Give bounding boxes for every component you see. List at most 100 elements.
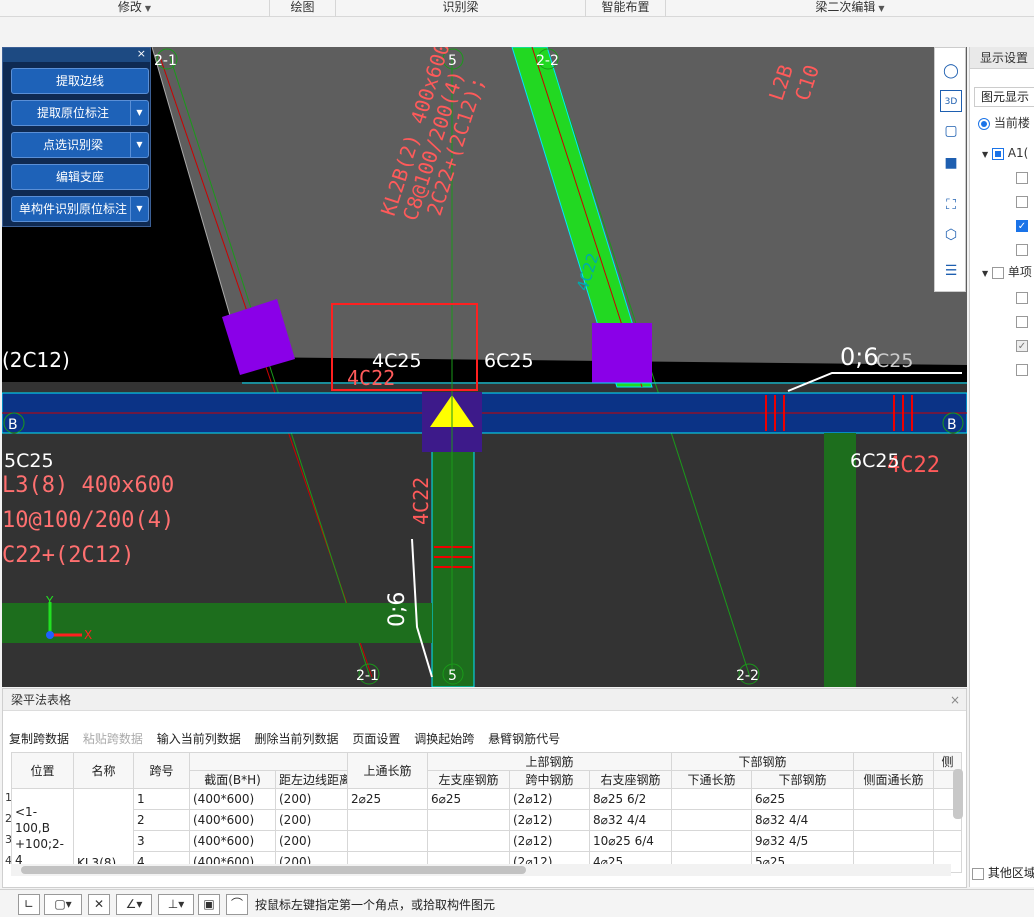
col-header-bottom[interactable]: 下部钢筋 [751, 770, 855, 789]
tab-element-display[interactable]: 图元显示 [974, 87, 1034, 107]
col-header-side-through[interactable]: 侧面通长筋 [853, 770, 935, 789]
cell-span[interactable]: 1 [133, 788, 190, 810]
checkbox[interactable] [1016, 363, 1028, 376]
cell-name[interactable]: KL3(8) [73, 788, 134, 873]
extract-annotation-button[interactable]: 提取原位标注 ▼ [11, 100, 149, 126]
cell-bottom-through[interactable] [671, 809, 753, 831]
checkbox[interactable] [1016, 315, 1028, 328]
checkbox[interactable] [991, 147, 1004, 160]
ribbon-group-draw[interactable]: 绘图 [270, 0, 336, 17]
cell-mid[interactable]: (2⌀12) [509, 830, 590, 852]
beam-table[interactable]: 位置 名称 跨号 上通长筋 上部钢筋 下部钢筋 侧 截面(B*H) 距左边线距离… [11, 752, 963, 873]
input-column-button[interactable]: 输入当前列数据 [157, 732, 241, 746]
cell-left-seat[interactable] [427, 830, 510, 852]
beam-lower-horizontal[interactable] [2, 603, 432, 643]
cell-bottom-through[interactable] [671, 788, 753, 810]
col-header-span[interactable]: 跨号 [133, 752, 190, 789]
cell-bottom-through[interactable] [671, 830, 753, 852]
tree-item[interactable] [1016, 239, 1028, 259]
col-header-position[interactable]: 位置 [11, 752, 74, 789]
cell-right-seat[interactable]: 8⌀25 6/2 [588, 788, 673, 810]
angle-icon[interactable]: ∠▾ [116, 894, 152, 915]
tree-item[interactable] [1016, 167, 1028, 187]
tree-item[interactable] [1016, 311, 1028, 331]
cell-span[interactable]: 2 [133, 809, 190, 831]
cell-offset[interactable]: (200) [275, 830, 348, 852]
arc-icon[interactable]: ⌒ [226, 894, 248, 915]
table-row[interactable]: <1-100,B +100;2-4 KL3(8) 1 (400*600) (200… [11, 788, 963, 873]
tree-item[interactable] [1016, 359, 1028, 379]
cell-mid[interactable]: (2⌀12) [509, 788, 590, 810]
horizontal-scrollbar[interactable] [11, 864, 951, 876]
cantilever-code-button[interactable]: 悬臂钢筋代号 [488, 732, 560, 746]
chevron-down-icon[interactable]: ▼ [130, 101, 148, 125]
delete-column-button[interactable]: 删除当前列数据 [255, 732, 339, 746]
extract-edge-button[interactable]: 提取边线 [11, 68, 149, 94]
radio-button[interactable] [978, 117, 990, 130]
paste-span-button[interactable]: 粘贴跨数据 [83, 732, 143, 746]
cell-mid[interactable]: (2⌀12) [509, 809, 590, 831]
cell-top-through[interactable]: 2⌀25 [347, 788, 428, 810]
cell-position[interactable]: <1-100,B +100;2-4 [11, 788, 74, 873]
col-header-section[interactable]: 截面(B*H) [189, 770, 276, 789]
beam-5-vertical[interactable] [431, 450, 475, 687]
cell-section[interactable]: (400*600) [189, 788, 276, 810]
cell-offset[interactable]: (200) [275, 788, 348, 810]
table-row[interactable]: 3 (400*600) (200) (2⌀12) 10⌀25 6/4 9⌀32 … [12, 830, 963, 852]
copy-span-button[interactable]: 复制跨数据 [9, 732, 69, 746]
vertical-scrollbar[interactable] [953, 769, 963, 819]
edit-support-button[interactable]: 编辑支座 [11, 164, 149, 190]
box-icon[interactable]: ▢ [940, 120, 962, 142]
checkbox[interactable] [1016, 243, 1028, 256]
swap-start-button[interactable]: 调换起始跨 [414, 732, 474, 746]
chevron-down-icon[interactable]: ▼ [130, 197, 148, 221]
snap-icon[interactable]: ▢▾ [44, 894, 82, 915]
tree-group-2[interactable]: ▼ 单项 [982, 262, 1032, 282]
col-header-mid[interactable]: 跨中钢筋 [509, 770, 590, 789]
col-header-cut[interactable]: 侧 [933, 752, 963, 771]
cell-side[interactable] [853, 809, 935, 831]
cell-right-seat[interactable]: 8⌀32 4/4 [588, 809, 673, 831]
tree-item[interactable] [1016, 191, 1028, 211]
col-header-right-seat[interactable]: 右支座钢筋 [588, 770, 673, 789]
table-row[interactable]: 2 (400*600) (200) (2⌀12) 8⌀32 4/4 8⌀32 4… [12, 809, 963, 831]
ribbon-group-identify-beam[interactable]: 识别梁 [336, 0, 586, 17]
chevron-down-icon[interactable]: ▼ [982, 150, 988, 159]
checkbox[interactable] [1016, 171, 1028, 184]
checkbox[interactable] [991, 266, 1004, 279]
cell-bottom[interactable]: 8⌀32 4/4 [751, 809, 855, 831]
cell-left-seat[interactable] [427, 809, 510, 831]
cell-blank[interactable] [933, 830, 963, 852]
view-3d-icon[interactable]: 3D [940, 90, 962, 112]
cell-side[interactable] [853, 830, 935, 852]
page-setup-button[interactable]: 页面设置 [352, 732, 400, 746]
cell-top-through[interactable] [347, 809, 428, 831]
column-right[interactable] [592, 323, 652, 383]
col-header-name[interactable]: 名称 [73, 752, 134, 789]
cell-top-through[interactable] [347, 830, 428, 852]
tree-item[interactable]: ✓ [1016, 215, 1028, 235]
checkbox-checked[interactable]: ✓ [1016, 339, 1028, 352]
close-icon[interactable]: × [950, 689, 960, 711]
tree-item[interactable] [1016, 287, 1028, 307]
col-header-offset[interactable]: 距左边线距离 [275, 770, 348, 789]
tree-group-1[interactable]: ▼ A1( [982, 143, 1028, 163]
ribbon-group-modify[interactable]: 修改 ▼ [0, 0, 270, 17]
dynamic-input-icon[interactable]: ▣ [198, 894, 220, 915]
orbit-icon[interactable]: ◯ [940, 60, 962, 82]
scrollbar-thumb[interactable] [21, 866, 526, 874]
select-frame-icon[interactable]: ⛶ [940, 194, 962, 216]
close-icon[interactable]: × [137, 47, 146, 60]
ribbon-group-smart-layout[interactable]: 智能布置 [586, 0, 666, 17]
cell-span[interactable]: 3 [133, 830, 190, 852]
col-header-bottom-through[interactable]: 下通长筋 [671, 770, 753, 789]
checkbox[interactable] [972, 867, 984, 880]
cell-left-seat[interactable]: 6⌀25 [427, 788, 510, 810]
cell-offset[interactable]: (200) [275, 809, 348, 831]
col-header-left-seat[interactable]: 左支座钢筋 [427, 770, 510, 789]
cell-side[interactable] [853, 788, 935, 810]
cell-section[interactable]: (400*600) [189, 809, 276, 831]
checkbox[interactable] [1016, 195, 1028, 208]
cell-section[interactable]: (400*600) [189, 830, 276, 852]
offset-icon[interactable]: ⊥▾ [158, 894, 194, 915]
